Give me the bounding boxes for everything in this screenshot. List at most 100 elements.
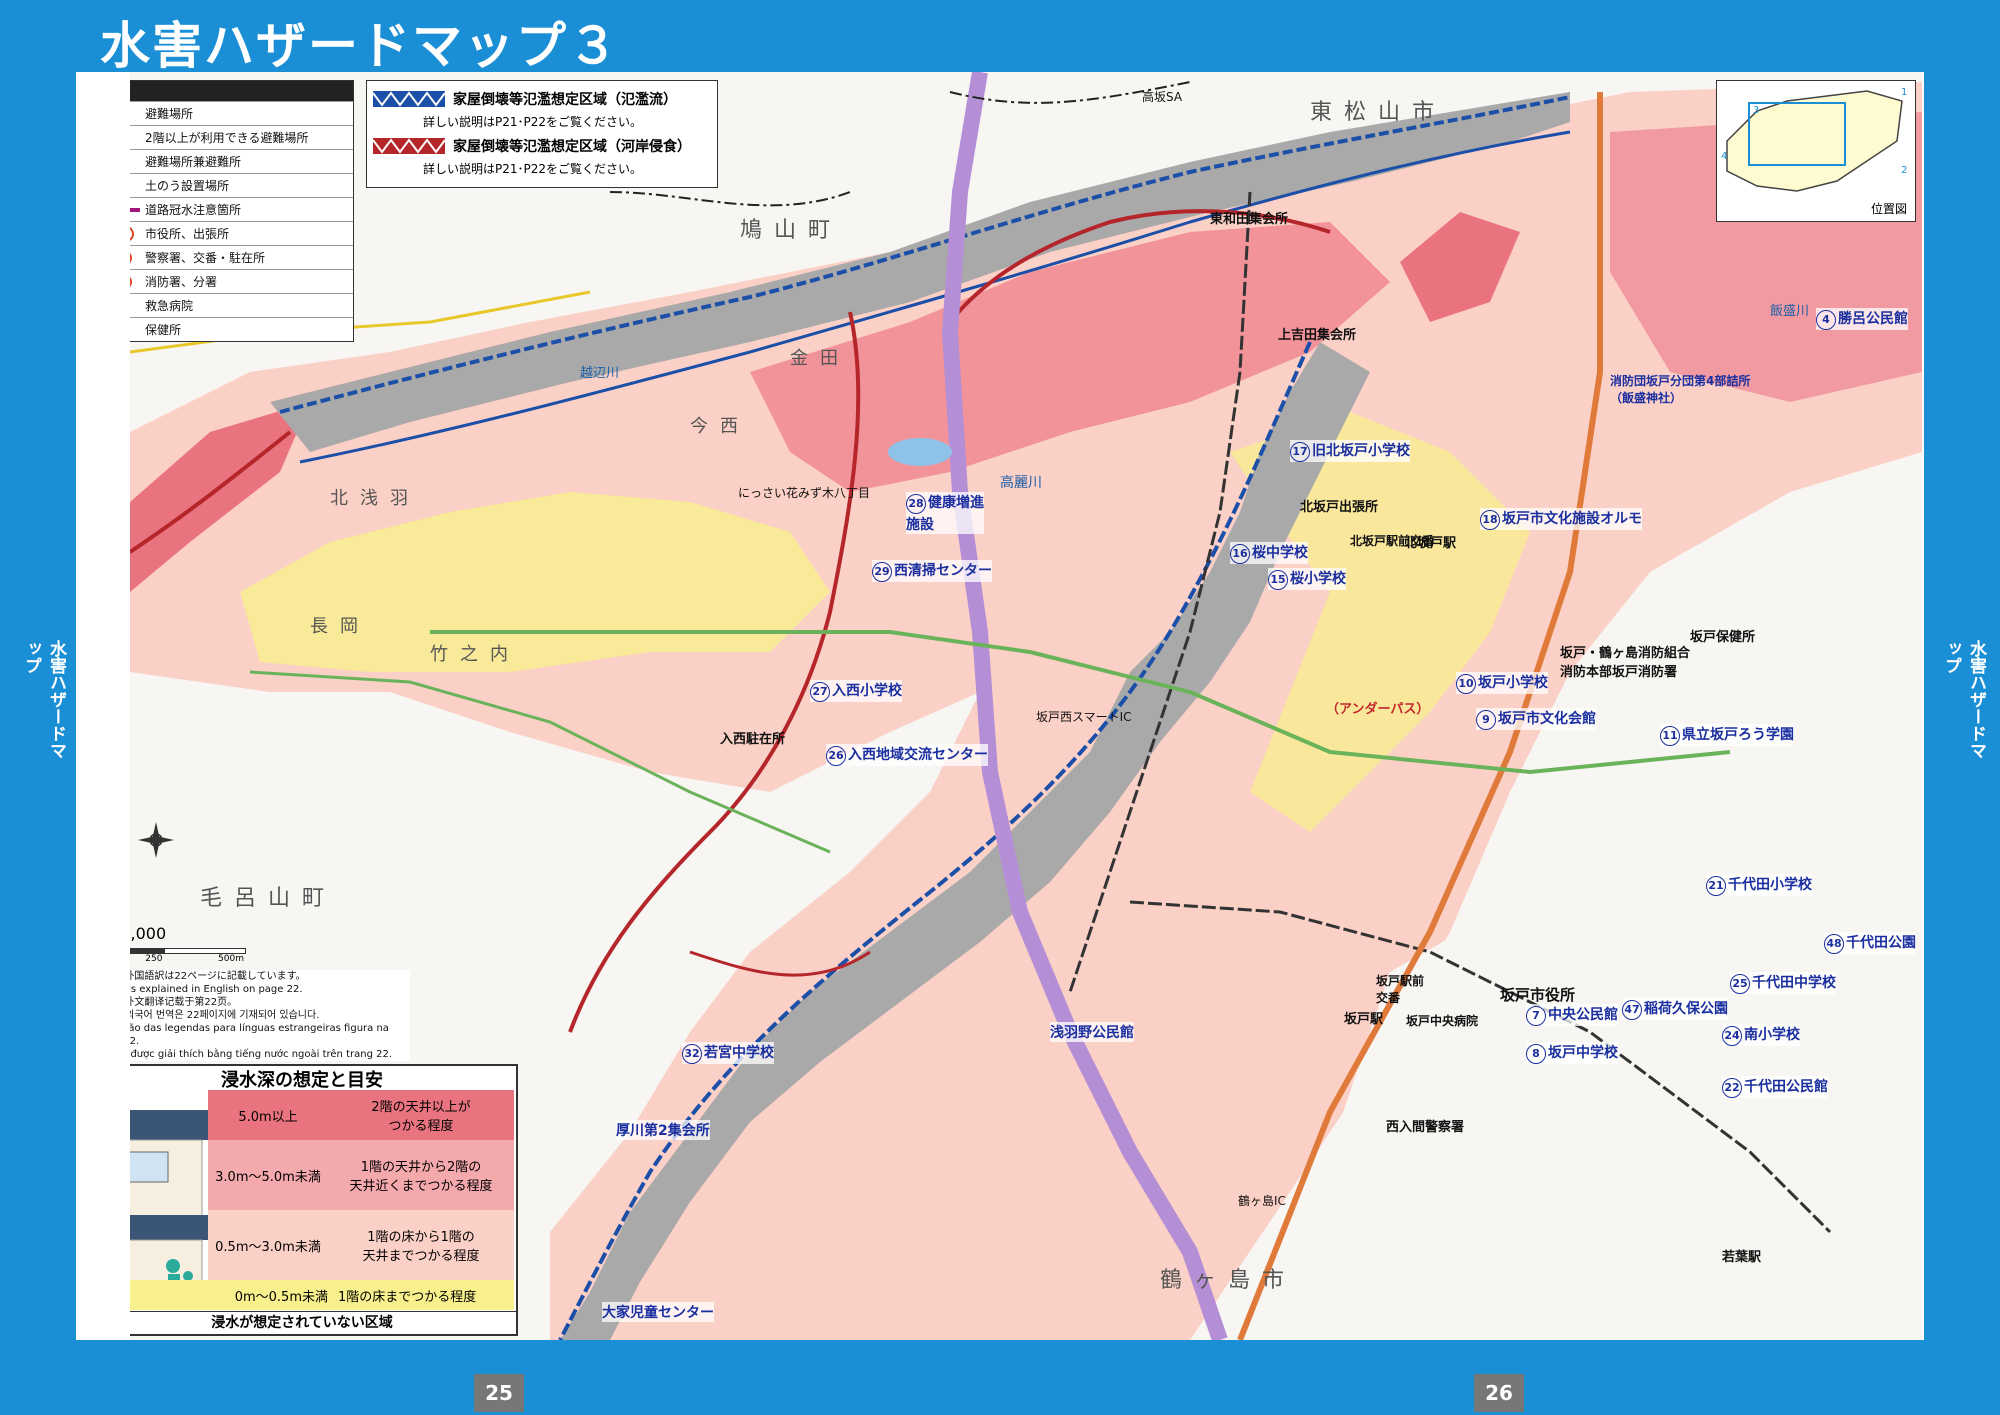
depth-row-05m: 0.5m～3.0m未満 1階の床から1階の 天井までつかる程度	[208, 1210, 514, 1280]
flood-zone-sub: 詳しい説明はP21･P22をご覧ください。	[423, 115, 643, 129]
shelter-number: 7	[1526, 1006, 1546, 1026]
depth-table-footer: 浸水が想定されていない区域	[88, 1311, 516, 1334]
shelter-28[interactable]: 28 健康増進 施設	[906, 492, 984, 534]
shelter-number: 26	[826, 746, 846, 766]
shelter-number: 16	[1230, 544, 1250, 564]
shelter-label: 入西地域交流センター	[848, 747, 988, 763]
place-takasaka-sa: 高坂SA	[1142, 90, 1183, 104]
shelter-number: 32	[682, 1044, 702, 1064]
shelter-10[interactable]: 10 坂戸小学校	[1456, 672, 1548, 694]
shelter-label: 坂戸市文化施設オルモ	[1502, 511, 1642, 527]
shelter-label: 西清掃センター	[894, 563, 992, 579]
shelter-25[interactable]: 25 千代田中学校	[1730, 972, 1836, 994]
place-fire-4th: 消防団坂戸分団第4部詰所 （飯盛神社）	[1610, 374, 1751, 405]
place-takenouchi: 竹之内	[430, 644, 520, 665]
shelter-29[interactable]: 29 西清掃センター	[872, 560, 992, 582]
area-tsurugashima: 鶴ヶ島市	[1160, 1268, 1297, 1293]
locator-map[interactable]: 3 1 2 4 位置図	[1716, 80, 1916, 222]
legend-label: 警察署、交番・駐在所	[145, 251, 266, 265]
shelter-label: 若宮中学校	[704, 1045, 774, 1061]
shelter-label: 旧北坂戸小学校	[1312, 443, 1410, 459]
shelter-label: 入西小学校	[832, 683, 902, 699]
side-note-right: ★前回発行した防災マップから内容を一部変更しています。	[1952, 786, 1972, 1248]
shelter-27[interactable]: 27 入西小学校	[810, 680, 902, 702]
shelter-label: 県立坂戸ろう学園	[1682, 727, 1794, 743]
flood-zone-row: 家屋倒壊等氾濫想定区域（氾濫流）	[373, 89, 711, 109]
depth-row-5m: 5.0m以上 2階の天井以上が つかる程度	[208, 1090, 514, 1140]
shelter-47[interactable]: 47 稲荷久保公園	[1622, 998, 1728, 1020]
shelter-22[interactable]: 22 千代田公民館	[1722, 1076, 1828, 1098]
depth-value: 0.5m～3.0m未満	[215, 1239, 321, 1255]
legend-label: 消防署、分署	[145, 275, 218, 289]
place-wakaba-station: 若葉駅	[1722, 1250, 1762, 1265]
shelter-label: 勝呂公民館	[1838, 311, 1908, 327]
locator-cell-1: 1	[1901, 87, 1908, 98]
note-line: ※凡例的外文翻译记载于第22页。	[86, 997, 238, 1008]
flood-zone-label: 家屋倒壊等氾濫想定区域（河岸侵食）	[453, 139, 691, 155]
shelter-label: 南小学校	[1744, 1027, 1800, 1043]
place-nishiiruma-police: 西入間警察署	[1386, 1120, 1465, 1135]
shelter-number: 22	[1722, 1078, 1742, 1098]
shelter-number: 24	[1722, 1026, 1742, 1046]
shelter-15[interactable]: 15 桜小学校	[1268, 568, 1346, 590]
compass-icon	[138, 822, 174, 858]
place-atsukawa: 厚川第2集会所	[616, 1120, 710, 1140]
river-label-koshibe: 越辺川	[580, 366, 620, 381]
depth-desc: 1階の床から1階の 天井までつかる程度	[362, 1230, 480, 1264]
flood-zone-row: 家屋倒壊等氾濫想定区域（河岸侵食）	[373, 136, 711, 156]
legend-label: 土のう設置場所	[145, 179, 230, 193]
shelter-9[interactable]: 9 坂戸市文化会館	[1476, 708, 1596, 730]
shelter-label: 坂戸市文化会館	[1498, 711, 1596, 727]
place-higashiwada: 東和田集会所	[1210, 212, 1289, 227]
area-moroyama: 毛呂山町	[200, 886, 337, 911]
side-tab-left: 水害ハザードマップ	[20, 640, 68, 770]
left-margin	[76, 72, 130, 1340]
shelter-26[interactable]: 26 入西地域交流センター	[826, 744, 988, 766]
locator-cell-2: 2	[1901, 165, 1908, 176]
note-line: * Legends explained in English on page 2…	[86, 984, 303, 995]
shelter-number: 47	[1622, 1000, 1642, 1020]
shelter-24[interactable]: 24 南小学校	[1722, 1024, 1800, 1046]
shelter-label: 稲荷久保公園	[1644, 1001, 1728, 1017]
shelter-number: 9	[1476, 710, 1496, 730]
page-number-right: 26	[1474, 1374, 1524, 1412]
shelter-label: 坂戸中学校	[1548, 1045, 1618, 1061]
page-title: 水害ハザードマップ３	[100, 17, 620, 75]
shelter-label: 千代田公園	[1846, 935, 1916, 951]
place-oya-jidokan: 大家児童センター	[602, 1302, 714, 1322]
language-notes: ※凡例の外国語訳は22ページに記載しています。 * Legends explai…	[86, 970, 410, 1061]
place-fire-hq: 坂戸・鶴ヶ島消防組合 消防本部坂戸消防署	[1560, 646, 1691, 680]
place-kitaasaba: 北浅羽	[330, 488, 420, 509]
place-kitasakado-koban: 北坂戸駅前交番	[1350, 534, 1435, 548]
shelter-4[interactable]: 4 勝呂公民館	[1816, 308, 1908, 330]
legend-label: 2階以上が利用できる避難場所	[145, 131, 309, 145]
legend-label: 保健所	[145, 323, 182, 337]
shelter-number: 48	[1824, 934, 1844, 954]
place-sakado-nishi-ic: 坂戸西スマートIC	[1036, 710, 1132, 724]
shelter-label: 桜中学校	[1252, 545, 1308, 561]
depth-table-title: 浸水深の想定と目安	[221, 1070, 383, 1091]
flood-zone-label: 家屋倒壊等氾濫想定区域（氾濫流）	[453, 92, 677, 108]
shelter-11[interactable]: 11 県立坂戸ろう学園	[1660, 724, 1794, 746]
legend-label: 避難場所兼避難所	[145, 155, 242, 169]
flood-depth-table: 浸水深の想定と目安 5.0m以上 2階の天井以上が つかる程度 3.0m～5.0…	[86, 1064, 518, 1336]
shelter-16[interactable]: 16 桜中学校	[1230, 542, 1308, 564]
shelter-number: 11	[1660, 726, 1680, 746]
shelter-17[interactable]: 17 旧北坂戸小学校	[1290, 440, 1410, 462]
shelter-32[interactable]: 32 若宮中学校	[682, 1042, 774, 1064]
shelter-18[interactable]: 18 坂戸市文化施設オルモ	[1480, 508, 1642, 530]
locator-shape	[1726, 90, 1903, 192]
shelter-7[interactable]: 7 中央公民館	[1526, 1004, 1618, 1026]
shelter-8[interactable]: 8 坂戸中学校	[1526, 1042, 1618, 1064]
note-line: A tradução das legendas para línguas est…	[86, 1023, 389, 1047]
shelter-48[interactable]: 48 千代田公園	[1824, 932, 1916, 954]
shelter-number: 4	[1816, 310, 1836, 330]
shelter-21[interactable]: 21 千代田小学校	[1706, 874, 1812, 896]
shelter-label: 中央公民館	[1548, 1007, 1618, 1023]
depth-value: 3.0m～5.0m未満	[215, 1169, 321, 1185]
shelter-number: 25	[1730, 974, 1750, 994]
page-footer	[0, 1340, 2000, 1415]
place-nagaoka: 長岡	[310, 616, 370, 637]
place-tsurugashima-ic: 鶴ヶ島IC	[1238, 1194, 1286, 1208]
locator-label: 位置図	[1870, 202, 1907, 216]
